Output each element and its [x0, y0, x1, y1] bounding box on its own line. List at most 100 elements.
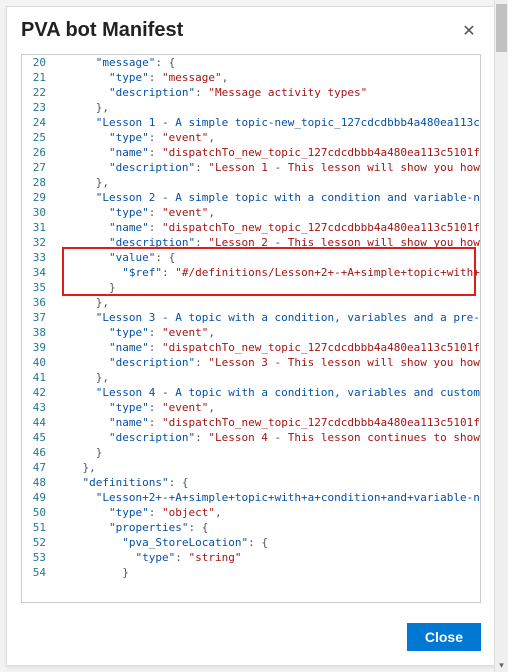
code-text: "type": "event", — [56, 325, 215, 340]
line-number: 31 — [22, 220, 56, 235]
code-viewer[interactable]: 20 "message": {21 "type": "message",22 "… — [21, 54, 481, 603]
line-number: 26 — [22, 145, 56, 160]
code-text: "description": "Lesson 4 - This lesson c… — [56, 430, 481, 445]
code-text: "Lesson 2 - A simple topic with a condit… — [56, 190, 481, 205]
code-line: 21 "type": "message", — [22, 70, 481, 85]
code-line: 32 "description": "Lesson 2 - This lesso… — [22, 235, 481, 250]
page-scrollbar[interactable]: ▴ ▾ — [494, 0, 508, 672]
line-number: 20 — [22, 55, 56, 70]
code-line: 47 }, — [22, 460, 481, 475]
line-number: 34 — [22, 265, 56, 280]
line-number: 24 — [22, 115, 56, 130]
code-text: }, — [56, 460, 96, 475]
code-line: 26 "name": "dispatchTo_new_topic_127cdcd… — [22, 145, 481, 160]
line-number: 22 — [22, 85, 56, 100]
code-line: 45 "description": "Lesson 4 - This lesso… — [22, 430, 481, 445]
code-line: 38 "type": "event", — [22, 325, 481, 340]
line-number: 21 — [22, 70, 56, 85]
code-text: "$ref": "#/definitions/Lesson+2+-+A+simp… — [56, 265, 481, 280]
line-number: 47 — [22, 460, 56, 475]
code-line: 54 } — [22, 565, 481, 580]
dialog-title: PVA bot Manifest — [21, 19, 183, 42]
code-line: 20 "message": { — [22, 55, 481, 70]
code-line: 52 "pva_StoreLocation": { — [22, 535, 481, 550]
line-number: 23 — [22, 100, 56, 115]
line-number: 37 — [22, 310, 56, 325]
code-text: }, — [56, 175, 109, 190]
line-number: 32 — [22, 235, 56, 250]
code-line: 43 "type": "event", — [22, 400, 481, 415]
line-number: 27 — [22, 160, 56, 175]
code-text: } — [56, 445, 102, 460]
code-line: 33 "value": { — [22, 250, 481, 265]
code-line: 31 "name": "dispatchTo_new_topic_127cdcd… — [22, 220, 481, 235]
code-line: 48 "definitions": { — [22, 475, 481, 490]
code-text: "message": { — [56, 55, 175, 70]
code-text: "name": "dispatchTo_new_topic_127cdcdbbb… — [56, 220, 481, 235]
code-text: }, — [56, 295, 109, 310]
line-number: 51 — [22, 520, 56, 535]
line-number: 49 — [22, 490, 56, 505]
code-text: "type": "event", — [56, 400, 215, 415]
code-line: 35 } — [22, 280, 481, 295]
code-text: "Lesson 3 - A topic with a condition, va… — [56, 310, 481, 325]
code-line: 23 }, — [22, 100, 481, 115]
code-line: 22 "description": "Message activity type… — [22, 85, 481, 100]
code-line: 24 "Lesson 1 - A simple topic-new_topic_… — [22, 115, 481, 130]
code-text: "description": "Lesson 1 - This lesson w… — [56, 160, 481, 175]
line-number: 52 — [22, 535, 56, 550]
code-line: 37 "Lesson 3 - A topic with a condition,… — [22, 310, 481, 325]
line-number: 46 — [22, 445, 56, 460]
code-line: 34 "$ref": "#/definitions/Lesson+2+-+A+s… — [22, 265, 481, 280]
code-text: }, — [56, 370, 109, 385]
line-number: 35 — [22, 280, 56, 295]
code-text: "type": "event", — [56, 205, 215, 220]
line-number: 53 — [22, 550, 56, 565]
code-text: "Lesson 1 - A simple topic-new_topic_127… — [56, 115, 481, 130]
close-icon[interactable]: ✕ — [457, 21, 481, 41]
code-line: 27 "description": "Lesson 1 - This lesso… — [22, 160, 481, 175]
line-number: 29 — [22, 190, 56, 205]
code-text: "type": "object", — [56, 505, 222, 520]
line-number: 50 — [22, 505, 56, 520]
code-line: 36 }, — [22, 295, 481, 310]
line-number: 38 — [22, 325, 56, 340]
manifest-dialog: PVA bot Manifest ✕ 20 "message": {21 "ty… — [6, 6, 496, 666]
line-number: 40 — [22, 355, 56, 370]
code-text: "Lesson+2+-+A+simple+topic+with+a+condit… — [56, 490, 481, 505]
code-text: "properties": { — [56, 520, 208, 535]
code-text: "name": "dispatchTo_new_topic_127cdcdbbb… — [56, 415, 481, 430]
code-text: } — [56, 565, 129, 580]
code-line: 46 } — [22, 445, 481, 460]
scroll-thumb[interactable] — [496, 4, 507, 52]
line-number: 43 — [22, 400, 56, 415]
code-line: 49 "Lesson+2+-+A+simple+topic+with+a+con… — [22, 490, 481, 505]
code-text: "description": "Lesson 2 - This lesson w… — [56, 235, 481, 250]
code-line: 53 "type": "string" — [22, 550, 481, 565]
code-text: "name": "dispatchTo_new_topic_127cdcdbbb… — [56, 145, 481, 160]
code-text: "Lesson 4 - A topic with a condition, va… — [56, 385, 481, 400]
line-number: 48 — [22, 475, 56, 490]
dialog-header: PVA bot Manifest ✕ — [7, 7, 495, 50]
code-text: }, — [56, 100, 109, 115]
line-number: 42 — [22, 385, 56, 400]
code-line: 29 "Lesson 2 - A simple topic with a con… — [22, 190, 481, 205]
code-text: "type": "message", — [56, 70, 228, 85]
code-content: 20 "message": {21 "type": "message",22 "… — [22, 55, 481, 580]
line-number: 41 — [22, 370, 56, 385]
code-line: 41 }, — [22, 370, 481, 385]
line-number: 33 — [22, 250, 56, 265]
line-number: 44 — [22, 415, 56, 430]
code-line: 25 "type": "event", — [22, 130, 481, 145]
code-line: 40 "description": "Lesson 3 - This lesso… — [22, 355, 481, 370]
line-number: 54 — [22, 565, 56, 580]
line-number: 39 — [22, 340, 56, 355]
scroll-down-arrow[interactable]: ▾ — [495, 658, 508, 672]
code-text: } — [56, 280, 116, 295]
code-text: "type": "event", — [56, 130, 215, 145]
code-text: "type": "string" — [56, 550, 241, 565]
close-button[interactable]: Close — [407, 623, 481, 651]
code-text: "value": { — [56, 250, 175, 265]
line-number: 25 — [22, 130, 56, 145]
code-text: "description": "Lesson 3 - This lesson w… — [56, 355, 481, 370]
